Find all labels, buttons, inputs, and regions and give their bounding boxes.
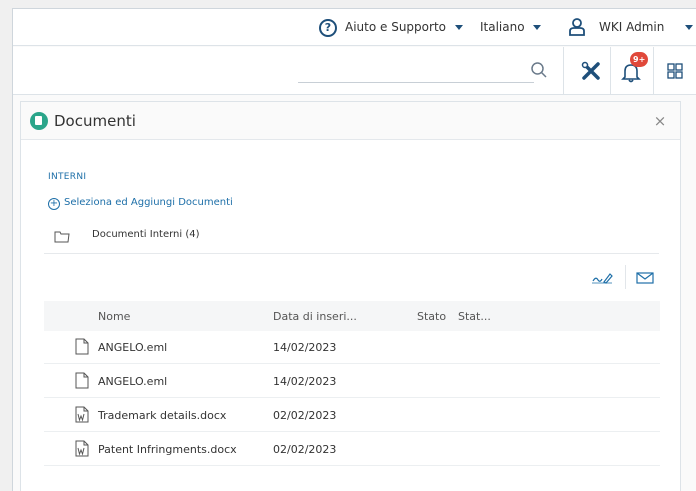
panel-header: Documenti × (21, 102, 680, 140)
folder-item[interactable]: Documenti Interni (4) (92, 229, 200, 240)
table-row[interactable]: Trademark details.docx 02/02/2023 (44, 399, 660, 432)
mail-icon[interactable] (636, 272, 654, 284)
toolbar-divider (653, 47, 654, 95)
search-icon[interactable] (530, 61, 548, 79)
generic-file-icon (75, 372, 89, 389)
apps-grid-icon[interactable] (667, 63, 683, 79)
toolbar-divider (610, 47, 611, 95)
word-file-icon (75, 406, 89, 423)
column-header-status[interactable]: Stato (417, 310, 446, 323)
file-name[interactable]: Patent Infringments.docx (98, 443, 237, 456)
chevron-down-icon[interactable] (533, 25, 541, 30)
chevron-down-icon[interactable] (685, 25, 693, 30)
app-window: ? Aiuto e Supporto Italiano WKI Admin 9+ (12, 8, 696, 491)
column-header-name[interactable]: Nome (98, 310, 130, 323)
file-date: 02/02/2023 (273, 409, 337, 422)
column-header-date[interactable]: Data di inseri... (273, 310, 357, 323)
notification-badge: 9+ (630, 52, 649, 67)
file-name[interactable]: Trademark details.docx (98, 409, 226, 422)
file-date: 02/02/2023 (273, 443, 337, 456)
add-documents-label: Seleziona ed Aggiungi Documenti (64, 197, 233, 208)
file-date: 14/02/2023 (273, 375, 337, 388)
add-circle-icon: + (48, 198, 60, 210)
file-name[interactable]: ANGELO.eml (98, 375, 167, 388)
action-divider (625, 265, 626, 289)
table-row[interactable]: ANGELO.eml 14/02/2023 (44, 331, 660, 364)
user-icon[interactable] (569, 18, 585, 36)
chevron-down-icon[interactable] (455, 25, 463, 30)
add-documents-link[interactable]: + Seleziona ed Aggiungi Documenti (48, 197, 233, 210)
toolbar-divider (563, 47, 564, 95)
table-row[interactable]: ANGELO.eml 14/02/2023 (44, 365, 660, 398)
table-row[interactable]: Patent Infringments.docx 02/02/2023 (44, 433, 660, 466)
folder-icon[interactable] (54, 230, 70, 243)
file-name[interactable]: ANGELO.eml (98, 341, 167, 354)
language-menu[interactable]: Italiano (480, 20, 525, 34)
divider (44, 253, 659, 254)
panel-title: Documenti (54, 112, 136, 130)
top-bar: ? Aiuto e Supporto Italiano WKI Admin (13, 9, 696, 46)
search-input[interactable] (298, 59, 534, 83)
documents-panel: Documenti × INTERNI + Seleziona ed Aggiun… (20, 101, 681, 491)
column-header-status-2[interactable]: Stat... (458, 310, 491, 323)
section-label: INTERNI (48, 172, 87, 182)
close-icon[interactable]: × (653, 114, 667, 129)
generic-file-icon (75, 338, 89, 355)
user-menu[interactable]: WKI Admin (599, 20, 664, 34)
word-file-icon (75, 440, 89, 457)
tools-icon[interactable] (581, 61, 601, 81)
documents-logo-icon (30, 112, 48, 130)
table-header: Nome Data di inseri... Stato Stat... (44, 301, 660, 331)
file-date: 14/02/2023 (273, 341, 337, 354)
signature-icon[interactable] (591, 270, 613, 284)
help-menu[interactable]: Aiuto e Supporto (345, 20, 446, 34)
help-icon[interactable]: ? (319, 19, 337, 37)
toolbar: 9+ (13, 47, 696, 95)
